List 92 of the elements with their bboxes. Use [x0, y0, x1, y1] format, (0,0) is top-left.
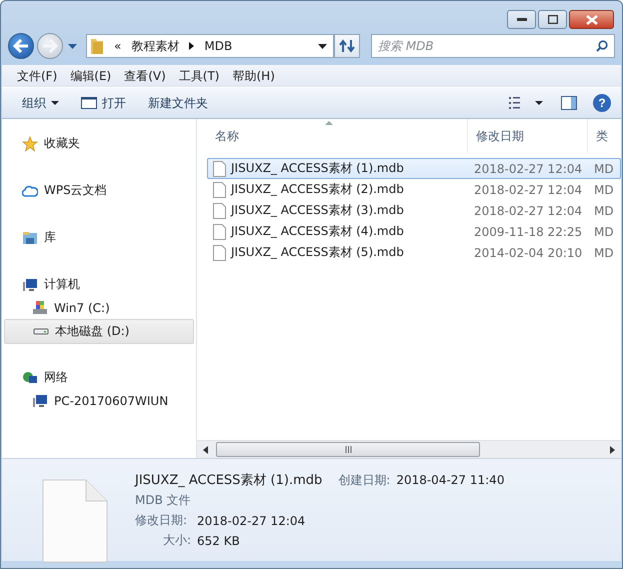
minimize-icon	[516, 18, 526, 22]
file-name: JISUXZ_ ACCESS素材 (4).mdb	[231, 223, 404, 240]
drive-icon	[33, 328, 49, 335]
file-icon	[213, 244, 226, 260]
close-icon	[586, 14, 598, 24]
menu-item[interactable]: 编辑(E)	[65, 68, 116, 84]
file-icon	[213, 224, 226, 240]
menu-item[interactable]: 文件(F)	[12, 68, 62, 84]
breadcrumb-overflow[interactable]: «	[114, 39, 122, 53]
search-icon	[596, 40, 608, 52]
address-bar[interactable]: « 教程素材 MDB	[86, 34, 334, 58]
column-header[interactable]: 类	[587, 119, 621, 153]
minimize-button[interactable]	[507, 10, 536, 29]
file-name: JISUXZ_ ACCESS素材 (5).mdb	[231, 244, 404, 261]
type-cell-text: MD	[593, 204, 615, 218]
sort-ascending-icon	[325, 121, 333, 125]
preview-pane-button[interactable]	[559, 94, 579, 112]
refresh-icon	[339, 39, 355, 53]
date-cell-text: 2018-02-27 12:04	[473, 182, 584, 196]
file-size: 652 KB	[197, 534, 240, 548]
scrollbar-thumb[interactable]	[216, 442, 480, 457]
open-button[interactable]: 打开	[77, 92, 130, 114]
file-icon	[213, 202, 226, 218]
details-view-icon	[509, 97, 543, 109]
file-name: JISUXZ_ ACCESS素材 (1).mdb	[231, 160, 404, 177]
computer-icon	[32, 392, 48, 408]
date-cell-text: 2018-02-27 12:04	[473, 162, 584, 176]
file-name: JISUXZ_ ACCESS素材 (2).mdb	[231, 181, 404, 198]
menu-item[interactable]: 帮助(H)	[228, 68, 280, 84]
size-label: 大小:	[162, 532, 191, 549]
type-cell-text: MD	[593, 224, 615, 238]
breadcrumb-segment[interactable]: 教程素材	[131, 38, 180, 54]
horizontal-scrollbar[interactable]	[197, 440, 621, 458]
nav-item[interactable]: PC-20170607WIUN	[2, 389, 196, 412]
breadcrumb-segment[interactable]: MDB	[204, 39, 232, 53]
preview-pane-icon	[561, 96, 577, 110]
network-icon	[22, 370, 38, 386]
type-cell-text: MD	[593, 246, 615, 260]
drive-icon	[32, 300, 48, 316]
modified-date: 2018-02-27 12:04	[197, 514, 306, 528]
created-date: 2018-04-27 11:40	[396, 473, 504, 487]
maximize-icon	[548, 15, 558, 24]
column-header[interactable]: 修改日期	[467, 119, 587, 153]
file-name: JISUXZ_ ACCESS素材 (1).mdb	[135, 472, 322, 489]
date-cell-text: 2014-02-04 20:10	[473, 246, 584, 260]
organize-button[interactable]: 组织	[18, 92, 63, 114]
file-icon	[213, 160, 226, 176]
help-button[interactable]: ?	[593, 94, 611, 112]
file-row[interactable]: JISUXZ_ ACCESS素材 (5).mdb 2014-02-04 20:10 MD	[207, 242, 621, 263]
type-cell-text: MD	[593, 162, 615, 176]
computer-icon	[22, 276, 38, 292]
date-cell-text: 2018-02-27 12:04	[473, 204, 584, 218]
type-cell-text: MD	[593, 182, 615, 196]
column-header[interactable]: 名称	[207, 119, 467, 153]
file-type: MDB 文件	[135, 492, 192, 509]
menu-item[interactable]: 查看(V)	[119, 68, 171, 84]
back-button[interactable]	[8, 33, 34, 59]
nav-item[interactable]: 收藏夹	[2, 132, 196, 155]
nav-item[interactable]: WPS云文档	[2, 179, 196, 202]
created-label: 创建日期:	[338, 472, 390, 488]
scroll-right-icon[interactable]	[610, 446, 615, 454]
back-arrow-icon	[13, 39, 29, 53]
file-row[interactable]: JISUXZ_ ACCESS素材 (3).mdb 2018-02-27 12:04 MD	[207, 200, 621, 221]
forward-arrow-icon	[42, 39, 58, 53]
caret-icon	[51, 101, 59, 105]
maximize-button[interactable]	[538, 10, 567, 29]
window-icon	[81, 97, 97, 109]
file-icon	[213, 182, 226, 198]
library-icon	[22, 230, 38, 246]
close-button[interactable]	[569, 10, 614, 29]
folder-icon	[90, 37, 104, 55]
star-icon	[22, 136, 38, 152]
new-folder-button[interactable]: 新建文件夹	[144, 92, 212, 114]
search-field[interactable]: 搜索 MDB	[371, 34, 615, 58]
chevron-right-icon[interactable]	[189, 42, 194, 50]
nav-item[interactable]: Win7 (C:)	[2, 296, 196, 319]
file-icon	[42, 479, 108, 563]
scroll-left-icon[interactable]	[203, 446, 208, 454]
file-row[interactable]: JISUXZ_ ACCESS素材 (2).mdb 2018-02-27 12:04 MD	[207, 179, 621, 200]
file-name: JISUXZ_ ACCESS素材 (3).mdb	[231, 202, 404, 219]
nav-item[interactable]: 库	[2, 226, 196, 249]
modified-label: 修改日期:	[135, 512, 188, 529]
nav-item[interactable]: 本地磁盘 (D:)	[4, 319, 194, 344]
file-row[interactable]: JISUXZ_ ACCESS素材 (4).mdb 2009-11-18 22:25 MD	[207, 221, 621, 242]
menu-item[interactable]: 工具(T)	[174, 68, 224, 84]
refresh-button[interactable]	[334, 34, 360, 58]
dropdown-caret-icon[interactable]	[318, 44, 327, 48]
view-options-button[interactable]	[507, 95, 545, 111]
nav-item[interactable]: 计算机	[2, 273, 196, 296]
nav-item[interactable]: 网络	[2, 366, 196, 389]
date-cell-text: 2009-11-18 22:25	[473, 224, 584, 238]
file-row[interactable]: JISUXZ_ ACCESS素材 (1).mdb 2018-02-27 12:04 MD	[207, 158, 621, 179]
